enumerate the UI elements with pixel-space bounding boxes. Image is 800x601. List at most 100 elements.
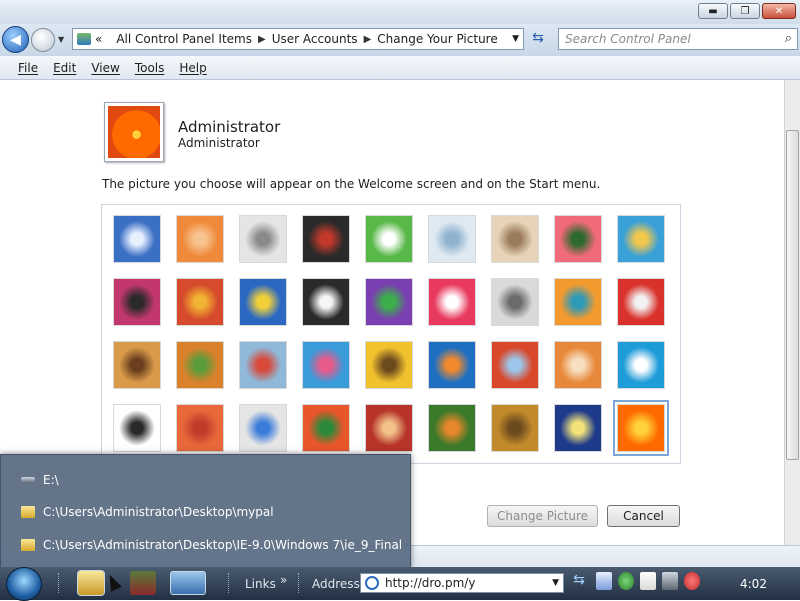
picture-option-scarf[interactable] (302, 341, 350, 389)
picture-option-paper-crane[interactable] (617, 278, 665, 326)
network-icon[interactable] (662, 572, 678, 590)
menu-view[interactable]: View (91, 61, 119, 75)
taskbar-address-input[interactable]: http://dro.pm/y ▼ (360, 573, 564, 593)
clock[interactable]: 4:02 (740, 577, 767, 591)
cancel-button[interactable]: Cancel (607, 505, 680, 527)
search-icon[interactable]: ⌕ (785, 31, 792, 46)
current-picture (104, 102, 164, 162)
recent-pages-button[interactable]: ▼ (58, 35, 64, 44)
explorer-taskbar-button[interactable] (77, 570, 105, 596)
jumplist-item-mypal[interactable]: C:\Users\Administrator\Desktop\mypal (21, 501, 274, 523)
picture-option-butterfly[interactable] (428, 404, 476, 452)
picture-option-kitten[interactable] (491, 215, 539, 263)
taskbar-address-value: http://dro.pm/y (385, 576, 476, 590)
breadcrumb-item-all-control-panel-items[interactable]: All Control Panel Items (116, 32, 252, 46)
picture-option-fish[interactable] (428, 341, 476, 389)
picture-option-gyroscope[interactable] (428, 215, 476, 263)
breadcrumb[interactable]: « All Control Panel Items ▶ User Account… (72, 28, 524, 50)
flag-icon[interactable] (640, 572, 656, 590)
picture-option-pinwheel[interactable] (617, 215, 665, 263)
books-taskbar-button[interactable] (130, 571, 156, 595)
user-role: Administrator (178, 136, 260, 150)
picture-option-soccer-ball[interactable] (113, 404, 161, 452)
menu-bar: File Edit View Tools Help (0, 56, 800, 80)
picture-option-ferris-wheel[interactable] (113, 215, 161, 263)
refresh-icon: ⇆ (532, 30, 544, 46)
picture-option-orange-flower[interactable] (613, 400, 669, 456)
chevron-right-icon[interactable]: ▶ (258, 34, 266, 45)
menu-tools[interactable]: Tools (135, 61, 165, 75)
window-controls: ▬ ❐ ✕ (698, 3, 796, 19)
address-toolbar-label: Address (312, 577, 360, 591)
drive-icon (21, 477, 35, 483)
taskbar-grip[interactable] (228, 573, 232, 593)
jumplist-item-label: E:\ (43, 473, 59, 487)
taskbar-grip[interactable] (298, 573, 302, 593)
breadcrumb-overflow[interactable]: « (95, 32, 102, 46)
picture-option-stairs[interactable] (554, 278, 602, 326)
picture-option-lighthouse[interactable] (554, 404, 602, 452)
minimize-button[interactable]: ▬ (698, 3, 728, 19)
document-icon[interactable] (596, 572, 612, 590)
avatar (108, 106, 160, 158)
picture-option-fabric[interactable] (176, 278, 224, 326)
close-button[interactable]: ✕ (762, 3, 796, 19)
picture-option-ball[interactable] (113, 278, 161, 326)
go-icon: ⇆ (573, 572, 585, 588)
chevron-right-icon[interactable]: » (280, 573, 287, 587)
volume-muted-icon[interactable] (684, 572, 700, 590)
picture-option-pink-flower[interactable] (554, 215, 602, 263)
links-toolbar-label[interactable]: Links (245, 577, 276, 591)
picture-option-robot[interactable] (239, 215, 287, 263)
maximize-button[interactable]: ❐ (730, 3, 760, 19)
picture-option-lucky-cat[interactable] (365, 215, 413, 263)
picture-option-pomeranian[interactable] (176, 341, 224, 389)
picture-option-window-frame[interactable] (302, 404, 350, 452)
forward-button[interactable] (31, 28, 55, 52)
picture-option-crayons[interactable] (365, 278, 413, 326)
taskbar-grip[interactable] (58, 573, 62, 593)
menu-help[interactable]: Help (179, 61, 206, 75)
back-button[interactable]: ◀ (2, 26, 29, 53)
picture-option-star[interactable] (428, 278, 476, 326)
picture-option-sunflower[interactable] (365, 341, 413, 389)
change-picture-button[interactable]: Change Picture (487, 505, 598, 527)
jumplist-item-label: C:\Users\Administrator\Desktop\mypal (43, 505, 274, 519)
picture-option-guitar[interactable] (113, 341, 161, 389)
chevron-right-icon[interactable]: ▶ (364, 34, 372, 45)
chevron-down-icon[interactable]: ▼ (512, 34, 519, 44)
vertical-scrollbar[interactable] (784, 80, 800, 545)
picture-option-sailboat[interactable] (617, 341, 665, 389)
picture-option-leaf[interactable] (239, 278, 287, 326)
search-input[interactable]: Search Control Panel ⌕ (558, 28, 798, 50)
picture-option-woven[interactable] (365, 404, 413, 452)
picture-option-marbles[interactable] (239, 404, 287, 452)
recent-folders-popup: E:\ C:\Users\Administrator\Desktop\mypal… (0, 454, 411, 569)
scrollbar-thumb[interactable] (786, 130, 799, 460)
folder-icon (21, 539, 35, 551)
menu-file[interactable]: File (18, 61, 38, 75)
breadcrumb-item-user-accounts[interactable]: User Accounts (272, 32, 358, 46)
picture-option-jacks[interactable] (491, 278, 539, 326)
picture-option-starfish[interactable] (176, 215, 224, 263)
picture-option-spiral[interactable] (491, 404, 539, 452)
security-shield-icon[interactable] (618, 572, 634, 590)
start-button[interactable] (6, 567, 42, 601)
menu-edit[interactable]: Edit (53, 61, 76, 75)
picture-option-silk[interactable] (176, 404, 224, 452)
jumplist-item-drive-e[interactable]: E:\ (21, 469, 59, 491)
picture-option-balloon[interactable] (491, 341, 539, 389)
picture-option-toy-robot[interactable] (239, 341, 287, 389)
picture-option-dog[interactable] (302, 278, 350, 326)
jumplist-item-ie9-final[interactable]: C:\Users\Administrator\Desktop\IE-9.0\Wi… (21, 534, 402, 556)
chevron-down-icon[interactable]: ▼ (552, 578, 559, 588)
breadcrumb-item-change-your-picture[interactable]: Change Your Picture (377, 32, 497, 46)
control-panel-taskbar-button[interactable] (170, 571, 206, 595)
ie-icon (365, 576, 379, 590)
arrow-left-icon: ◀ (10, 31, 21, 48)
go-button[interactable]: ⇆ (568, 572, 590, 594)
picture-option-doll[interactable] (554, 341, 602, 389)
picture-option-turntable[interactable] (302, 215, 350, 263)
refresh-button[interactable]: ⇆ (528, 30, 548, 50)
user-name: Administrator (178, 118, 281, 136)
